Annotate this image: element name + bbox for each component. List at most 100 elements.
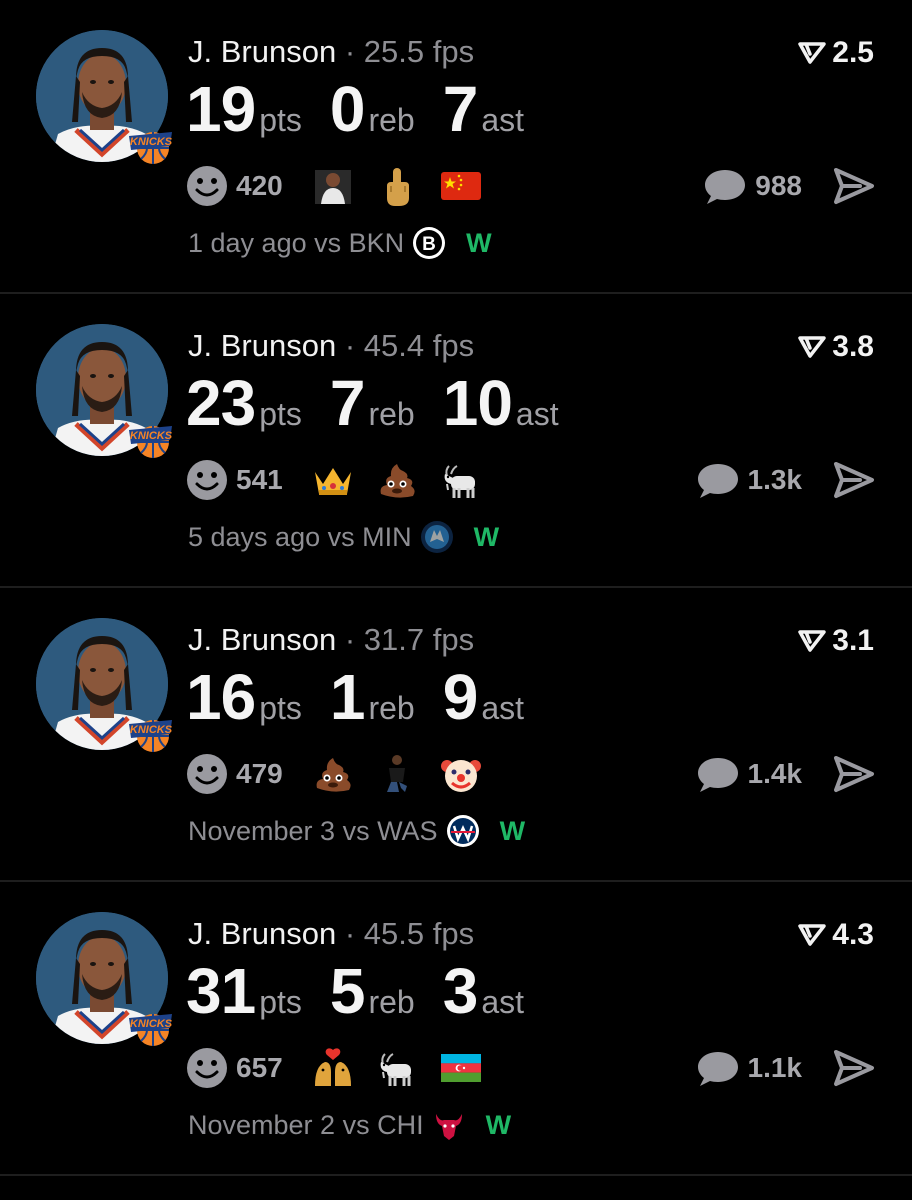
rating-icon xyxy=(798,923,826,947)
fps-value: · 45.5 fps xyxy=(344,916,475,951)
stat-line: 23 pts 7 reb 10 ast xyxy=(186,366,587,440)
stat-card[interactable]: J. Brunson · 25.5 fps 2.5 19 pts 0 reb 7… xyxy=(0,0,912,294)
fps-value: · 31.7 fps xyxy=(344,622,475,657)
poop-icon[interactable] xyxy=(375,458,419,502)
knicks-logo-icon xyxy=(128,710,174,756)
rating-icon xyxy=(798,41,826,65)
add-reaction-smile-icon[interactable] xyxy=(186,753,228,795)
reactions-row: 657 xyxy=(186,1046,503,1090)
comments-count: 1.3k xyxy=(747,464,803,495)
player-header: J. Brunson · 45.5 fps xyxy=(188,916,474,952)
comment-bubble-icon xyxy=(696,754,740,794)
share-send-icon[interactable] xyxy=(832,458,876,502)
nets-logo-icon xyxy=(412,226,446,260)
add-reaction-smile-icon[interactable] xyxy=(186,459,228,501)
stat-card[interactable]: J. Brunson · 45.4 fps 3.8 23 pts 7 reb 1… xyxy=(0,294,912,588)
assists-value: 3 xyxy=(442,955,479,1027)
game-meta: 1 day ago vs BKN W xyxy=(188,226,492,260)
comments-count: 1.4k xyxy=(747,758,803,789)
player-header: J. Brunson · 25.5 fps xyxy=(188,34,474,70)
poop-icon[interactable] xyxy=(311,752,355,796)
add-reaction-smile-icon[interactable] xyxy=(186,1047,228,1089)
points-unit: pts xyxy=(259,396,302,432)
middle-finger-icon[interactable] xyxy=(375,164,419,208)
assists-value: 7 xyxy=(442,73,479,145)
comment-bubble-icon xyxy=(696,460,740,500)
game-date-opponent: 1 day ago vs BKN xyxy=(188,227,405,258)
knicks-logo-icon xyxy=(128,416,174,462)
comments-button[interactable]: 988 xyxy=(703,164,802,208)
rating-badge[interactable]: 2.5 xyxy=(798,36,874,70)
assists-value: 10 xyxy=(442,367,513,439)
bulls-logo-icon xyxy=(432,1108,466,1142)
player-name[interactable]: J. Brunson xyxy=(188,916,336,951)
game-meta: November 2 vs CHI W xyxy=(188,1108,511,1142)
points-unit: pts xyxy=(259,102,302,138)
game-result: W xyxy=(466,227,492,258)
rating-badge[interactable]: 3.1 xyxy=(798,624,874,658)
knicks-logo-icon xyxy=(128,122,174,168)
reactions-count: 479 xyxy=(236,758,283,789)
kneeling-figure-icon[interactable] xyxy=(375,752,419,796)
rating-icon xyxy=(798,629,826,653)
clown-icon[interactable] xyxy=(439,752,483,796)
game-meta: 5 days ago vs MIN W xyxy=(188,520,499,554)
player-name[interactable]: J. Brunson xyxy=(188,34,336,69)
player-header: J. Brunson · 31.7 fps xyxy=(188,622,474,658)
reactions-count: 420 xyxy=(236,170,283,201)
points-value: 19 xyxy=(186,73,256,145)
points-unit: pts xyxy=(259,690,302,726)
azerbaijan-flag-icon[interactable] xyxy=(439,1046,483,1090)
rating-value: 4.3 xyxy=(832,918,874,951)
rebounds-value: 5 xyxy=(329,955,366,1027)
assists-unit: ast xyxy=(481,102,524,138)
goat-icon[interactable] xyxy=(439,458,483,502)
stat-card[interactable]: J. Brunson · 31.7 fps 3.1 16 pts 1 reb 9… xyxy=(0,588,912,882)
comments-button[interactable]: 1.4k xyxy=(696,752,803,796)
comment-bubble-icon xyxy=(703,166,747,206)
game-date-opponent: 5 days ago vs MIN xyxy=(188,521,412,552)
comments-button[interactable]: 1.1k xyxy=(696,1046,803,1090)
comments-count: 1.1k xyxy=(747,1052,803,1083)
wizards-logo-icon xyxy=(446,814,480,848)
reactions-count: 657 xyxy=(236,1052,283,1083)
game-result: W xyxy=(499,815,526,846)
game-date-opponent: November 2 vs CHI xyxy=(188,1109,424,1140)
game-result: W xyxy=(485,1109,512,1140)
rating-icon xyxy=(798,335,826,359)
share-send-icon[interactable] xyxy=(832,164,876,208)
points-value: 16 xyxy=(186,661,256,733)
player-header: J. Brunson · 45.4 fps xyxy=(188,328,474,364)
game-meta: November 3 vs WAS W xyxy=(188,814,525,848)
rating-value: 2.5 xyxy=(832,36,874,69)
china-flag-icon[interactable] xyxy=(439,164,483,208)
reactions-row: 479 xyxy=(186,752,503,796)
rebounds-unit: reb xyxy=(368,102,415,138)
comments-count: 988 xyxy=(755,170,802,201)
assists-unit: ast xyxy=(481,984,524,1020)
stat-card[interactable]: J. Brunson · 45.5 fps 4.3 31 pts 5 reb 3… xyxy=(0,882,912,1176)
rating-badge[interactable]: 3.8 xyxy=(798,330,874,364)
rating-value: 3.8 xyxy=(832,330,874,363)
player-name[interactable]: J. Brunson xyxy=(188,328,336,363)
points-value: 31 xyxy=(186,955,256,1027)
assists-value: 9 xyxy=(442,661,479,733)
add-reaction-smile-icon[interactable] xyxy=(186,165,228,207)
rebounds-unit: reb xyxy=(368,690,415,726)
reactions-count: 541 xyxy=(236,464,283,495)
player-photo-icon[interactable] xyxy=(311,164,355,208)
goat-icon[interactable] xyxy=(375,1046,419,1090)
points-value: 23 xyxy=(186,367,256,439)
crown-icon[interactable] xyxy=(311,458,355,502)
comments-button[interactable]: 1.3k xyxy=(696,458,803,502)
rebounds-value: 7 xyxy=(329,367,366,439)
share-send-icon[interactable] xyxy=(832,752,876,796)
rebounds-value: 1 xyxy=(329,661,366,733)
kiss-icon[interactable] xyxy=(311,1046,355,1090)
rating-badge[interactable]: 4.3 xyxy=(798,918,874,952)
player-name[interactable]: J. Brunson xyxy=(188,622,336,657)
rebounds-value: 0 xyxy=(329,73,366,145)
assists-unit: ast xyxy=(515,396,559,432)
stat-line: 31 pts 5 reb 3 ast xyxy=(186,954,552,1028)
share-send-icon[interactable] xyxy=(832,1046,876,1090)
